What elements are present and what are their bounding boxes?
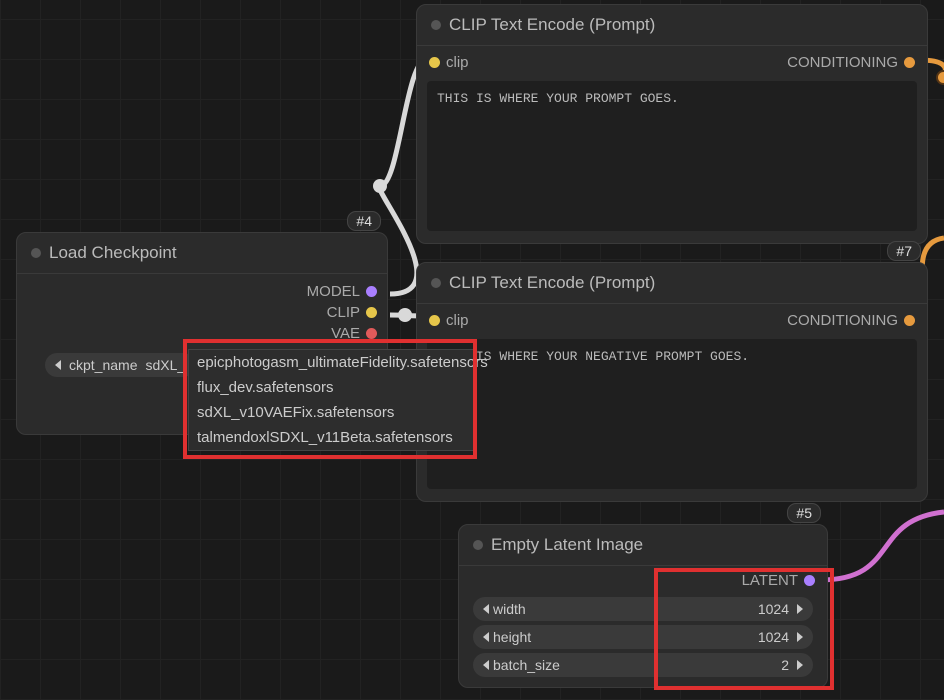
port-dot-icon[interactable] bbox=[904, 57, 915, 68]
port-dot-icon[interactable] bbox=[429, 315, 440, 326]
offscreen-port-conditioning[interactable] bbox=[936, 70, 944, 85]
param-label: batch_size bbox=[493, 657, 560, 673]
port-label: MODEL bbox=[307, 283, 360, 300]
ckpt-dropdown-menu[interactable]: epicphotogasm_ultimateFidelity.safetenso… bbox=[188, 349, 474, 451]
param-value: sdXL_ bbox=[145, 357, 185, 373]
node-header[interactable]: CLIP Text Encode (Prompt) bbox=[417, 263, 927, 304]
param-value: 2 bbox=[781, 657, 789, 673]
output-port-conditioning[interactable]: CONDITIONING bbox=[787, 54, 915, 71]
node-title: Load Checkpoint bbox=[49, 243, 177, 263]
port-label: clip bbox=[446, 54, 469, 71]
output-port-conditioning[interactable]: CONDITIONING bbox=[787, 312, 915, 329]
param-label: ckpt_name bbox=[69, 357, 137, 373]
node-header[interactable]: Load Checkpoint bbox=[17, 233, 387, 274]
node-badge: #7 bbox=[887, 241, 921, 261]
param-value: 1024 bbox=[758, 629, 789, 645]
param-value: 1024 bbox=[758, 601, 789, 617]
port-label: VAE bbox=[331, 325, 360, 342]
node-title: CLIP Text Encode (Prompt) bbox=[449, 273, 655, 293]
port-label: LATENT bbox=[742, 572, 798, 589]
node-badge: #4 bbox=[347, 211, 381, 231]
port-dot-icon[interactable] bbox=[429, 57, 440, 68]
dropdown-option[interactable]: sdXL_v10VAEFix.safetensors bbox=[189, 400, 473, 425]
port-label: CONDITIONING bbox=[787, 54, 898, 71]
node-header[interactable]: Empty Latent Image bbox=[459, 525, 827, 566]
param-height[interactable]: height 1024 bbox=[473, 625, 813, 649]
chevron-left-icon[interactable] bbox=[483, 604, 489, 614]
param-width[interactable]: width 1024 bbox=[473, 597, 813, 621]
output-port-vae[interactable]: VAE bbox=[307, 325, 377, 342]
collapse-dot-icon[interactable] bbox=[431, 20, 441, 30]
param-label: height bbox=[493, 629, 531, 645]
port-label: CONDITIONING bbox=[787, 312, 898, 329]
port-label: clip bbox=[446, 312, 469, 329]
output-port-latent[interactable]: LATENT bbox=[742, 572, 815, 589]
port-dot-icon[interactable] bbox=[366, 307, 377, 318]
chevron-left-icon[interactable] bbox=[55, 360, 61, 370]
collapse-dot-icon[interactable] bbox=[31, 248, 41, 258]
chevron-left-icon[interactable] bbox=[483, 660, 489, 670]
chevron-right-icon[interactable] bbox=[797, 660, 803, 670]
input-port-clip[interactable]: clip bbox=[429, 54, 469, 71]
collapse-dot-icon[interactable] bbox=[431, 278, 441, 288]
param-batch-size[interactable]: batch_size 2 bbox=[473, 653, 813, 677]
dropdown-option[interactable]: talmendoxlSDXL_v11Beta.safetensors bbox=[189, 425, 473, 450]
node-title: CLIP Text Encode (Prompt) bbox=[449, 15, 655, 35]
port-dot-icon[interactable] bbox=[804, 575, 815, 586]
dropdown-option[interactable]: flux_dev.safetensors bbox=[189, 375, 473, 400]
output-port-clip[interactable]: CLIP bbox=[307, 304, 377, 321]
collapse-dot-icon[interactable] bbox=[473, 540, 483, 550]
port-label: CLIP bbox=[327, 304, 360, 321]
output-port-model[interactable]: MODEL bbox=[307, 283, 377, 300]
node-empty-latent-image[interactable]: #5 Empty Latent Image LATENT width 1024 … bbox=[458, 524, 828, 688]
chevron-left-icon[interactable] bbox=[483, 632, 489, 642]
node-badge: #5 bbox=[787, 503, 821, 523]
node-clip-text-encode-positive[interactable]: CLIP Text Encode (Prompt) clip CONDITION… bbox=[416, 4, 928, 244]
node-header[interactable]: CLIP Text Encode (Prompt) bbox=[417, 5, 927, 46]
chevron-right-icon[interactable] bbox=[797, 632, 803, 642]
port-dot-icon[interactable] bbox=[904, 315, 915, 326]
param-label: width bbox=[493, 601, 526, 617]
node-title: Empty Latent Image bbox=[491, 535, 643, 555]
input-port-clip[interactable]: clip bbox=[429, 312, 469, 329]
prompt-textarea[interactable]: THIS IS WHERE YOUR PROMPT GOES. bbox=[427, 81, 917, 231]
port-dot-icon[interactable] bbox=[366, 286, 377, 297]
node-clip-text-encode-negative[interactable]: #7 CLIP Text Encode (Prompt) clip CONDIT… bbox=[416, 262, 928, 502]
dropdown-option[interactable]: epicphotogasm_ultimateFidelity.safetenso… bbox=[189, 350, 473, 375]
prompt-textarea[interactable]: THIS IS WHERE YOUR NEGATIVE PROMPT GOES. bbox=[427, 339, 917, 489]
chevron-right-icon[interactable] bbox=[797, 604, 803, 614]
ckpt-name-selector[interactable]: ckpt_name sdXL_ bbox=[45, 353, 195, 377]
port-dot-icon[interactable] bbox=[366, 328, 377, 339]
